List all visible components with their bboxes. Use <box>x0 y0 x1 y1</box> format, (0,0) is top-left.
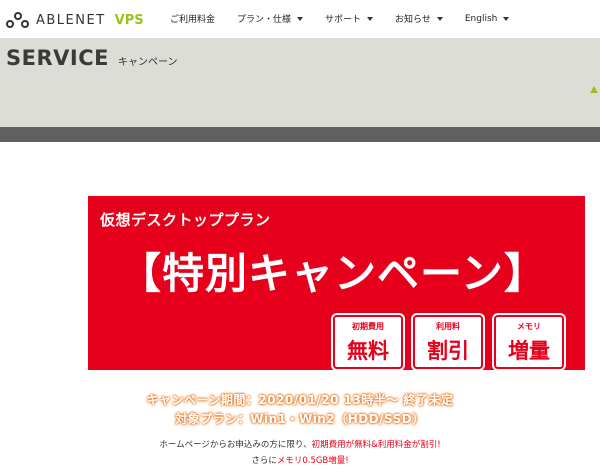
site-header: ABLENET VPS ご利用料金 プラン・仕様 サポート お知らせ Engli… <box>0 0 600 38</box>
nav-item-label: English <box>464 13 498 24</box>
banner-subtitle: 仮想デスクトッププラン <box>100 211 271 229</box>
nav-item-label: ご利用料金 <box>170 15 216 25</box>
page-subtitle: キャンペーン <box>118 57 178 68</box>
logo-text: ABLENET <box>36 12 106 28</box>
page-title: SERVICE <box>6 46 109 70</box>
banner-main-title: 【特別キャンペーン】 <box>119 249 547 298</box>
nav-item-label: プラン・仕様 <box>237 15 292 25</box>
campaign-target-plans: 対象プラン：Win1・Win2（HDD/SSD） <box>175 412 425 426</box>
badge-value: 無料 <box>347 339 389 363</box>
nav-item-support[interactable]: サポート <box>325 12 374 25</box>
logo-mark-icon <box>6 10 30 30</box>
badge-value: 割引 <box>427 339 469 363</box>
badge-label: 利用料 <box>436 322 460 331</box>
main-nav: ご利用料金 プラン・仕様 サポート お知らせ English <box>170 12 531 25</box>
note-text: ホームページからお申込みの方に限り、 <box>159 440 312 450</box>
badge-value: 増量 <box>508 339 550 363</box>
nav-item-pricing[interactable]: ご利用料金 <box>170 12 215 25</box>
caret-down-icon <box>367 16 374 21</box>
ablenet-logo[interactable]: ABLENET VPS <box>6 9 144 31</box>
badge-initial-fee: 初期費用 無料 <box>333 315 403 369</box>
page-top-arrow-icon[interactable] <box>590 86 598 93</box>
nav-item-news[interactable]: お知らせ <box>395 12 443 25</box>
badge-memory: メモリ 増量 <box>494 315 564 369</box>
service-band: SERVICE キャンペーン <box>0 38 600 127</box>
caret-down-icon <box>503 16 510 21</box>
nav-item-english[interactable]: English <box>465 12 510 25</box>
note-highlight: 初期費用が無料&利用料金が割引! <box>311 440 441 450</box>
campaign-note-2: さらにメモリ0.5GB増量! <box>0 454 600 466</box>
caret-down-icon <box>436 16 443 21</box>
nav-item-plans[interactable]: プラン・仕様 <box>237 12 304 25</box>
logo-product: VPS <box>114 12 144 28</box>
campaign-note-1: ホームページからお申込みの方に限り、初期費用が無料&利用料金が割引! <box>0 438 600 450</box>
note-text: さらに <box>251 456 277 466</box>
note-highlight: メモリ0.5GB増量! <box>276 456 349 466</box>
caret-down-icon <box>297 16 304 21</box>
campaign-banner: 仮想デスクトッププラン 【特別キャンペーン】 初期費用 無料 利用料 割引 メモ… <box>88 196 585 370</box>
badge-label: 初期費用 <box>352 322 384 331</box>
nav-item-label: お知らせ <box>395 15 431 25</box>
nav-item-label: サポート <box>325 15 362 25</box>
badge-label: メモリ <box>517 322 541 331</box>
campaign-period: キャンペーン期間：2020/01/20 13時半～ 終了未定 <box>146 393 454 407</box>
badge-usage-fee: 利用料 割引 <box>413 315 483 369</box>
divider-band <box>0 127 600 142</box>
